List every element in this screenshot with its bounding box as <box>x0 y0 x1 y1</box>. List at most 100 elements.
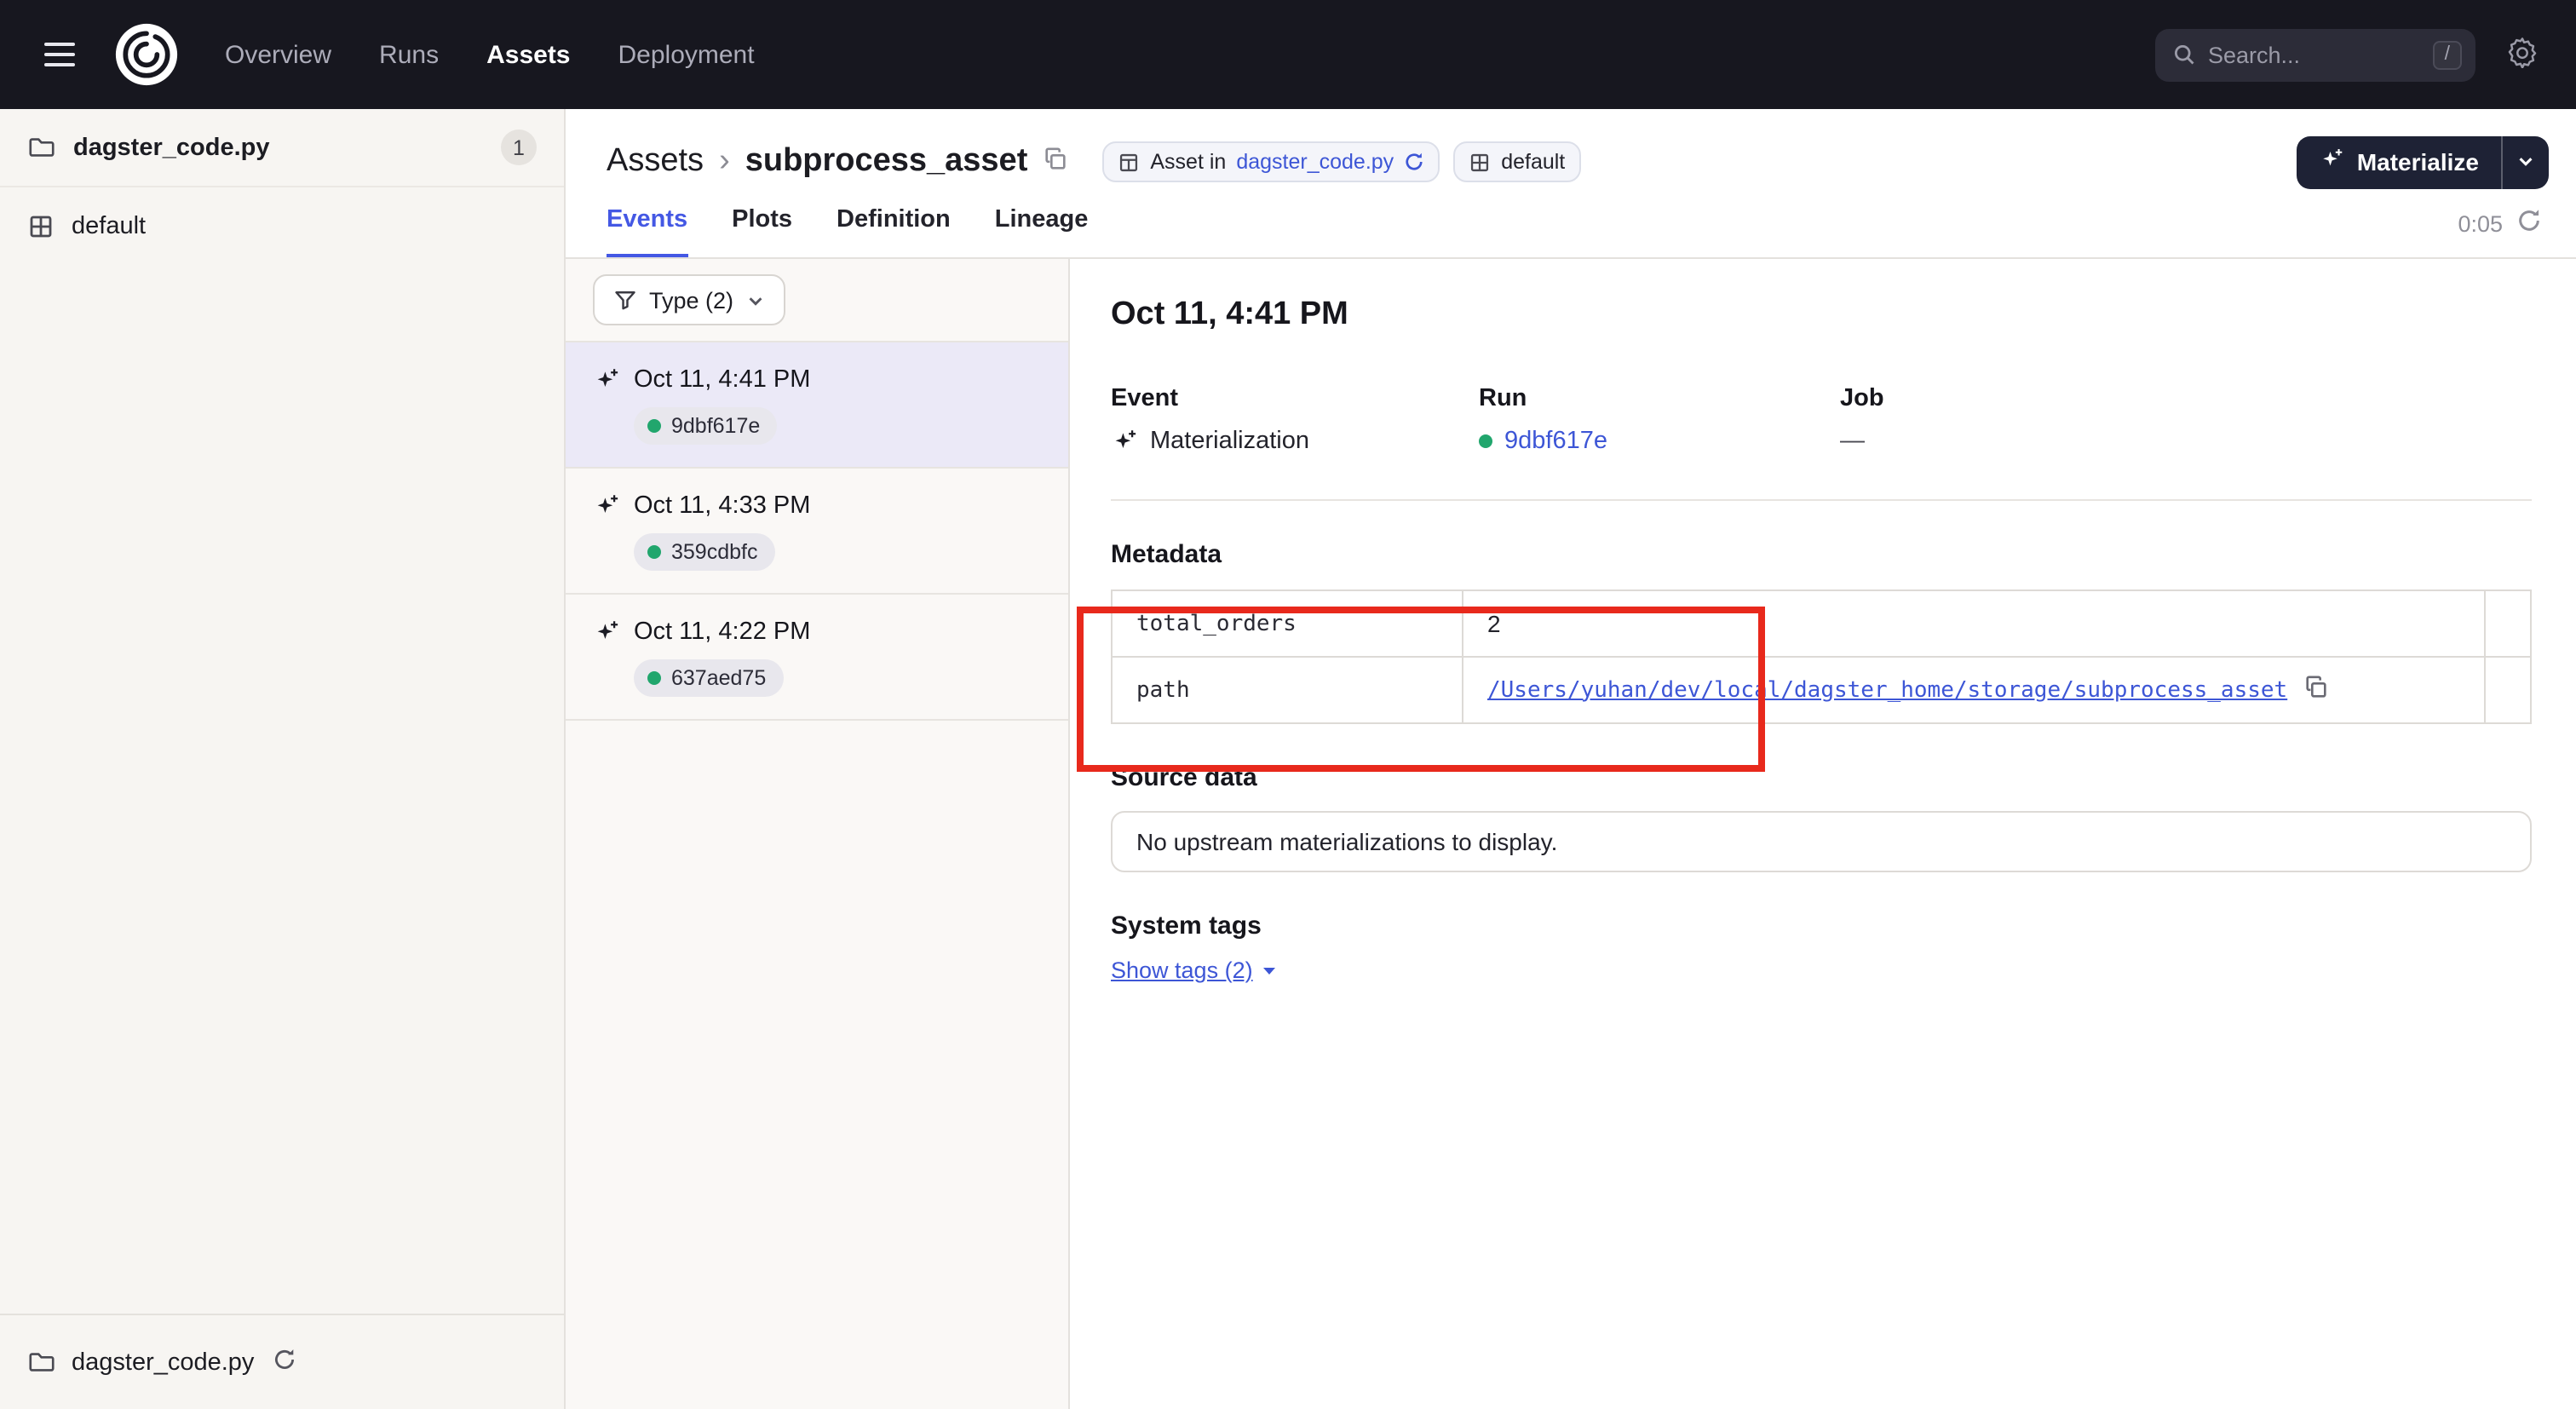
nav-item-runs[interactable]: Runs <box>379 40 439 69</box>
run-status-dot <box>1479 434 1492 448</box>
metadata-key: path <box>1113 658 1463 722</box>
system-tags-section-title: System tags <box>1111 912 2532 940</box>
topnav-right-section: / <box>2155 28 2542 81</box>
event-detail-panel: Oct 11, 4:41 PM Event Materialization <box>1070 259 2576 1409</box>
run-status-dot <box>647 545 661 559</box>
event-summary-columns: Event Materialization Run <box>1111 385 2532 455</box>
tab-definition[interactable]: Definition <box>837 206 951 257</box>
dagster-logo-icon <box>114 22 179 87</box>
copy-asset-name-button[interactable] <box>1039 143 1072 181</box>
folder-icon <box>27 133 56 162</box>
copy-path-button[interactable] <box>2303 675 2328 705</box>
gear-icon <box>2506 36 2539 73</box>
folder-icon <box>27 1348 56 1377</box>
type-filter-button[interactable]: Type (2) <box>593 274 785 325</box>
settings-button[interactable] <box>2503 32 2542 77</box>
refresh-icon <box>273 1348 296 1377</box>
type-filter-label: Type (2) <box>649 287 733 313</box>
run-id-badge[interactable]: 359cdbfc <box>634 533 774 571</box>
materialization-sparkle-icon <box>593 366 620 394</box>
refresh-icon[interactable] <box>1404 152 1424 172</box>
tab-lineage[interactable]: Lineage <box>995 206 1089 257</box>
run-id-label: 9dbf617e <box>671 414 760 438</box>
copy-icon <box>1043 147 1068 177</box>
run-id-badge[interactable]: 637aed75 <box>634 659 783 697</box>
event-column: Event Materialization <box>1111 385 1479 455</box>
refresh-button[interactable] <box>2516 208 2542 239</box>
metadata-actions-cell <box>2486 658 2533 722</box>
breadcrumb-assets-link[interactable]: Assets <box>607 143 704 181</box>
materialize-dropdown-button[interactable] <box>2501 135 2549 188</box>
event-detail-title: Oct 11, 4:41 PM <box>1111 296 2532 334</box>
show-tags-link[interactable]: Show tags (2) <box>1111 958 1279 983</box>
filter-bar: Type (2) <box>566 259 1068 342</box>
asset-location-prefix: Asset in <box>1150 150 1226 174</box>
refresh-timer: 0:05 <box>2458 208 2542 257</box>
event-timestamp: Oct 11, 4:22 PM <box>634 618 810 646</box>
body-row: dagster_code.py 1 default dagster_code.p… <box>0 109 2576 1409</box>
search-box[interactable]: / <box>2155 28 2475 81</box>
metadata-section-title: Metadata <box>1111 540 2532 569</box>
hamburger-menu-icon[interactable] <box>37 36 82 73</box>
asset-location-link[interactable]: dagster_code.py <box>1236 150 1394 174</box>
table-row: path /Users/yuhan/dev/local/dagster_home… <box>1113 656 2530 722</box>
materialize-sparkle-icon <box>2320 147 2345 177</box>
materialize-button-group: Materialize <box>2297 135 2549 188</box>
page-title-asset-name: subprocess_asset <box>745 143 1028 181</box>
sidebar-item-label: default <box>72 213 146 240</box>
divider <box>1111 499 2532 501</box>
source-data-section-title: Source data <box>1111 763 2532 792</box>
sidebar-footer-code-location[interactable]: dagster_code.py <box>0 1314 564 1409</box>
sidebar-item-default-group[interactable]: default <box>0 187 564 266</box>
filter-funnel-icon <box>613 288 637 312</box>
copy-icon <box>2303 675 2328 705</box>
sidebar-item-code-location[interactable]: dagster_code.py 1 <box>0 109 564 187</box>
asset-header: Assets › subprocess_asset Asset in dagst… <box>566 109 2576 189</box>
reload-location-button[interactable] <box>273 1348 296 1377</box>
metadata-actions-cell <box>2486 591 2533 656</box>
run-id-badge[interactable]: 9dbf617e <box>634 407 777 445</box>
events-list-panel: Type (2) Oct 11, 4:41 PM <box>566 259 1070 1409</box>
path-link[interactable]: /Users/yuhan/dev/local/dagster_home/stor… <box>1487 677 2287 703</box>
event-list-item[interactable]: Oct 11, 4:41 PM 9dbf617e <box>566 342 1068 469</box>
materialize-button[interactable]: Materialize <box>2297 135 2501 188</box>
refresh-icon <box>2516 208 2542 239</box>
asset-count-badge: 1 <box>501 129 537 165</box>
breadcrumb-separator: › <box>719 143 730 181</box>
table-row: total_orders 2 <box>1113 591 2530 656</box>
table-icon <box>1118 151 1140 173</box>
run-link[interactable]: 9dbf617e <box>1504 428 1607 455</box>
nav-item-assets[interactable]: Assets <box>486 40 570 69</box>
primary-nav: Overview Runs Assets Deployment <box>225 40 755 69</box>
run-id-label: 359cdbfc <box>671 540 757 564</box>
job-value: — <box>1840 428 1884 455</box>
nav-item-deployment[interactable]: Deployment <box>618 40 755 69</box>
sidebar: dagster_code.py 1 default dagster_code.p… <box>0 109 566 1409</box>
sidebar-item-label: dagster_code.py <box>73 134 270 161</box>
dagster-logo[interactable] <box>112 20 181 89</box>
job-column-label: Job <box>1840 385 1884 412</box>
nav-item-overview[interactable]: Overview <box>225 40 331 69</box>
materialization-sparkle-icon <box>593 618 620 646</box>
run-column: Run 9dbf617e <box>1479 385 1840 455</box>
tabs-bar: Events Plots Definition Lineage 0:05 <box>566 189 2576 259</box>
metadata-value: 2 <box>1463 591 2486 656</box>
job-column: Job — <box>1840 385 1884 455</box>
event-list-item[interactable]: Oct 11, 4:22 PM 637aed75 <box>566 595 1068 721</box>
grid-icon <box>27 213 55 240</box>
asset-location-tag[interactable]: Asset in dagster_code.py <box>1102 141 1440 182</box>
chevron-down-icon <box>745 290 764 309</box>
event-timestamp: Oct 11, 4:41 PM <box>634 366 810 394</box>
event-list-item[interactable]: Oct 11, 4:33 PM 359cdbfc <box>566 469 1068 595</box>
tab-events[interactable]: Events <box>607 206 687 257</box>
run-column-label: Run <box>1479 385 1840 412</box>
sidebar-footer-label: dagster_code.py <box>72 1349 254 1376</box>
source-data-empty-state: No upstream materializations to display. <box>1111 811 2532 872</box>
grid-icon <box>1469 151 1491 173</box>
dagster-app: Overview Runs Assets Deployment / <box>0 0 2576 1409</box>
search-input[interactable] <box>2208 42 2433 67</box>
group-tag[interactable]: default <box>1453 141 1580 182</box>
tab-plots[interactable]: Plots <box>732 206 792 257</box>
metadata-key: total_orders <box>1113 591 1463 656</box>
top-navigation-bar: Overview Runs Assets Deployment / <box>0 0 2576 109</box>
